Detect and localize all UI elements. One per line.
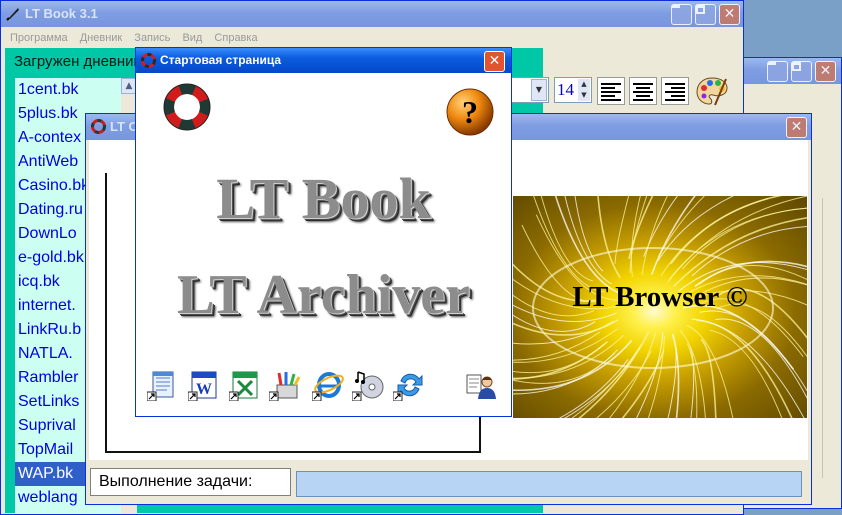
status-label-box: Выполнение задачи: [90,468,291,496]
close-button[interactable]: ✕ [815,61,836,82]
help-icon[interactable]: ? [445,87,495,137]
minimize-icon [672,5,680,8]
internet-explorer-icon[interactable] [312,369,344,401]
task-status-label: Выполнение задачи: [99,473,253,490]
align-right-button[interactable] [661,77,689,105]
notepad-icon[interactable] [147,369,179,401]
lifebuoy-icon [141,53,156,68]
main-window-title-bar[interactable]: LT Book 3.1 [1,1,743,27]
font-size-spinner[interactable]: 14 ▲ ▼ [554,77,592,103]
close-icon: ✕ [488,53,501,69]
maximize-button[interactable] [791,61,812,82]
format-toolbar: ▼ 14 ▲ ▼ [511,75,737,111]
vertical-scrollbar[interactable] [822,198,839,478]
arrow-up-icon: ▲ [125,81,133,91]
chevron-down-icon[interactable]: ▼ [531,79,547,101]
svg-text:W: W [196,381,212,398]
menu-diary[interactable]: Дневник [80,32,123,44]
minimize-button[interactable] [671,4,692,25]
start-page-body: ? LT Book LT Archiver W [139,73,508,413]
align-left-button[interactable] [597,77,625,105]
cd-player-icon[interactable] [352,369,384,401]
close-icon: ✕ [723,6,736,22]
lt-book-heading: LT Book [216,166,431,231]
start-page-title: Стартовая страница [160,53,282,67]
menu-entry[interactable]: Запись [134,32,170,44]
close-icon: ✕ [819,63,832,79]
minimize-icon [768,62,776,65]
align-center-button[interactable] [629,77,657,105]
lt-browser-banner: LT Browser © [513,196,807,418]
close-button[interactable]: ✕ [484,51,505,72]
lifebuoy-icon [91,119,106,134]
main-window-title: LT Book 3.1 [25,6,98,21]
svg-text:?: ? [462,94,478,130]
banner-title: LT Browser © [572,281,748,313]
excel-icon[interactable] [229,369,261,401]
lifebuoy-logo-icon [163,83,211,131]
start-page-window[interactable]: Стартовая страница ✕ ? LT Book LT Archiv… [135,47,512,417]
menu-help[interactable]: Справка [214,32,257,44]
close-button[interactable]: ✕ [786,117,807,138]
font-combo[interactable]: ▼ [511,77,549,103]
status-bar: Выполнение задачи: [89,466,808,500]
menu-bar: Программа Дневник Запись Вид Справка [5,28,262,48]
spinner-arrows-icon[interactable]: ▲ ▼ [578,79,590,101]
quill-icon [6,8,19,21]
font-size-value: 14 [557,80,574,99]
loaded-diary-label: Загружен дневник [14,53,141,70]
task-progress-bar [296,471,802,497]
close-button[interactable]: ✕ [719,4,740,25]
palette-icon[interactable] [695,75,729,107]
menu-program[interactable]: Программа [10,32,68,44]
user-icon[interactable] [465,369,497,401]
paint-icon[interactable] [269,369,301,401]
maximize-icon [696,5,705,14]
start-page-title-bar[interactable]: Стартовая страница [136,48,511,73]
minimize-button[interactable] [767,61,788,82]
word-icon[interactable]: W [188,369,220,401]
lt-archiver-heading: LT Archiver [176,264,470,326]
sync-icon[interactable] [393,369,425,401]
maximize-icon [792,62,801,71]
maximize-button[interactable] [695,4,716,25]
close-icon: ✕ [790,119,803,135]
menu-view[interactable]: Вид [182,32,202,44]
list-item[interactable]: 1cent.bk [15,78,121,102]
